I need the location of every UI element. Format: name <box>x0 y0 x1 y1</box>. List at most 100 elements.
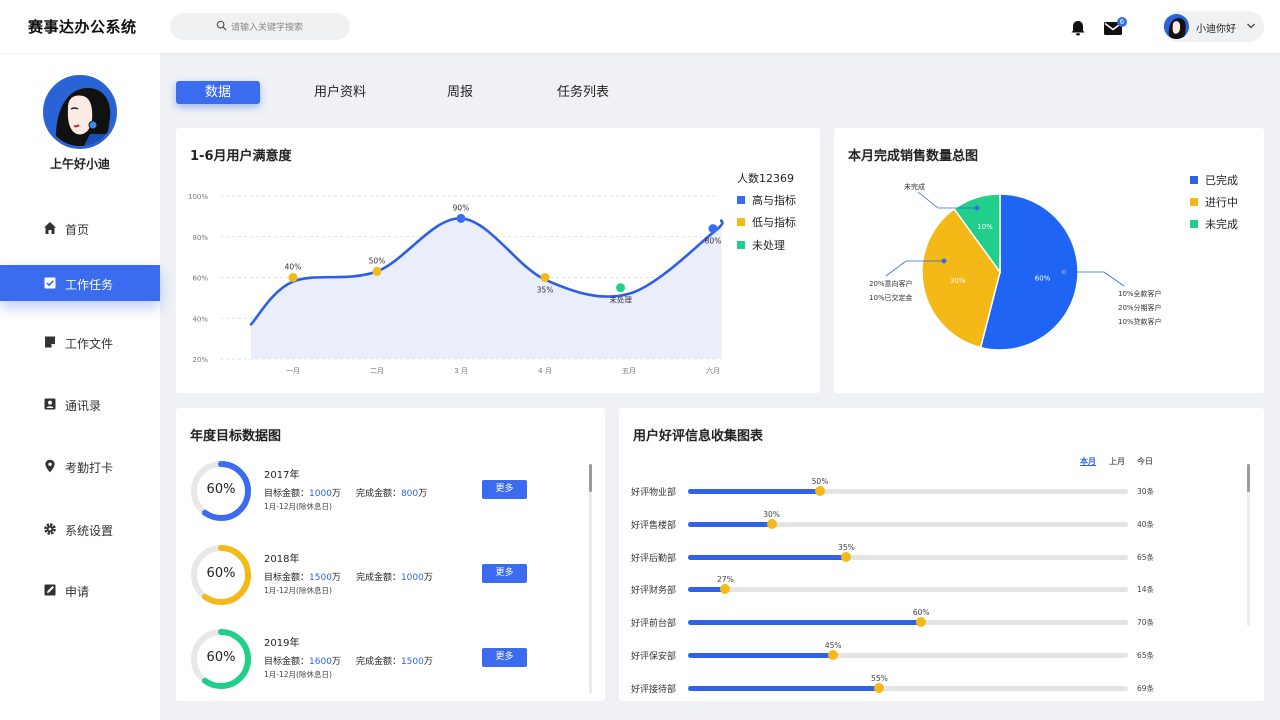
legend-item-undone: 未完成 <box>1190 216 1238 232</box>
annotation-text: 未完成 <box>904 182 925 191</box>
scrollbar-thumb[interactable] <box>1247 464 1250 492</box>
review-row: 好评财务部 27% 14条 <box>631 575 1161 596</box>
annotation-text: 10%贷款客户 <box>1118 317 1162 326</box>
legend-item-low: 低与指标 <box>737 214 796 230</box>
legend-swatch <box>1190 198 1198 206</box>
pie-slice-label: 60% <box>1035 274 1051 282</box>
period-today[interactable]: 今日 <box>1137 456 1153 467</box>
sidebar-item-label: 通讯录 <box>65 399 102 413</box>
done-label: 完成金额： <box>355 657 401 667</box>
sidebar-item-attendance[interactable]: 考勤打卡 <box>0 448 160 484</box>
user-menu[interactable]: 小迪你好 <box>1162 11 1264 42</box>
legend-label: 低与指标 <box>752 216 796 229</box>
satisfaction-card: 1-6月用户满意度 20% 40% 60% 80% 100% 一月 二月 3 月 4 月 五月 六月… <box>176 128 820 393</box>
search-box[interactable]: 请输入关键字搜索 <box>170 13 350 40</box>
review-row-label: 好评接待部 <box>631 684 677 695</box>
unit: 万 <box>423 573 433 583</box>
reviews-card: 用户好评信息收集图表 本月 上月 今日 好评物业部 50% 30条 好评售楼部 30% 4… <box>619 408 1264 701</box>
document-icon <box>45 336 55 348</box>
pie-slice-label: 30% <box>950 277 966 285</box>
review-count: 40条 <box>1137 519 1155 529</box>
sidebar-item-files[interactable]: 工作文件 <box>0 324 160 360</box>
sidebar-item-apply[interactable]: 申请 <box>0 572 160 608</box>
legend-swatch <box>737 196 745 204</box>
review-progress-handle[interactable] <box>828 650 839 660</box>
review-count: 70条 <box>1137 618 1155 628</box>
review-progress-handle[interactable] <box>720 584 731 595</box>
review-progress-track: 60% <box>688 608 1128 628</box>
more-button[interactable]: 更多 <box>482 564 527 583</box>
legend-swatch <box>737 241 745 249</box>
sidebar-item-home[interactable]: 首页 <box>0 210 160 246</box>
sidebar-item-tasks[interactable]: 工作任务 <box>0 265 160 301</box>
tab-weekly-report[interactable]: 周报 <box>430 81 490 104</box>
review-progress-handle[interactable] <box>841 551 852 562</box>
target-label: 目标金额： <box>264 489 310 499</box>
data-label: 40% <box>285 263 302 272</box>
review-count: 65条 <box>1137 552 1155 562</box>
done-label: 完成金额： <box>355 489 401 499</box>
target-label: 目标金额： <box>264 657 310 667</box>
review-progress-handle[interactable] <box>916 617 927 628</box>
review-count: 65条 <box>1137 651 1155 660</box>
data-label: 90% <box>453 203 470 212</box>
x-tick-label: 3 月 <box>454 367 468 375</box>
home-icon <box>44 222 56 234</box>
period-this-month[interactable]: 本月 <box>1080 456 1096 467</box>
legend-swatch <box>1190 176 1198 184</box>
sidebar-item-settings[interactable]: 系统设置 <box>0 511 160 547</box>
review-percent: 55% <box>871 673 888 683</box>
review-count: 14条 <box>1137 585 1155 595</box>
done-value: 800 <box>400 489 419 499</box>
legend-item-high: 高与指标 <box>737 192 796 208</box>
review-progress-track: 30% <box>688 510 1128 529</box>
goal-percent: 60% <box>206 566 236 581</box>
tab-data[interactable]: 数据 <box>176 81 260 104</box>
scrollbar-thumb[interactable] <box>589 464 592 492</box>
review-percent: 27% <box>717 575 734 585</box>
reviews-title: 用户好评信息收集图表 <box>633 429 764 444</box>
sidebar-item-label: 首页 <box>65 223 90 237</box>
data-point <box>540 273 550 282</box>
more-button[interactable]: 更多 <box>482 480 527 499</box>
annual-title: 年度目标数据图 <box>190 429 282 444</box>
review-row-label: 好评物业部 <box>631 488 677 498</box>
tab-user-profile[interactable]: 用户资料 <box>300 81 380 104</box>
sales-title: 本月完成销售数量总图 <box>848 149 979 164</box>
review-progress-handle[interactable] <box>874 682 885 693</box>
unit: 万 <box>331 489 341 499</box>
review-percent: 30% <box>763 509 780 519</box>
review-count: 30条 <box>1137 487 1155 496</box>
review-progress-handle[interactable] <box>815 486 825 496</box>
review-percent: 45% <box>824 641 842 650</box>
target-value: 1500 <box>309 573 332 583</box>
y-tick-label: 80% <box>192 234 208 242</box>
period-last-month[interactable]: 上月 <box>1109 456 1125 467</box>
goal-amounts: 目标金额：1500万 完成金额：1000万 <box>264 570 433 583</box>
search-input[interactable]: 请输入关键字搜索 <box>231 20 303 33</box>
annotation-text: 20%意向客户 <box>869 279 913 288</box>
review-row: 好评保安部 45% 65条 <box>631 641 1161 662</box>
profile-avatar[interactable] <box>43 75 117 149</box>
chevron-down-icon[interactable] <box>1246 22 1256 30</box>
goal-item-2019: 60% 2019年 目标金额：1600万 完成金额：1500万 1月-12月(除休… <box>190 628 590 690</box>
review-progress-fill <box>688 489 820 494</box>
y-tick-label: 60% <box>192 275 208 283</box>
goal-year: 2019年 <box>264 638 300 649</box>
legend-item-done: 已完成 <box>1190 172 1238 188</box>
scrollbar-track[interactable] <box>589 464 592 694</box>
pie-slice-label: 10% <box>977 223 993 231</box>
data-point <box>288 273 298 282</box>
sidebar-item-contacts[interactable]: 通讯录 <box>0 386 160 422</box>
legend-label: 未处理 <box>752 239 785 252</box>
goal-range-note: 1月-12月(除休息日) <box>264 502 332 511</box>
more-button[interactable]: 更多 <box>482 648 527 667</box>
legend-label: 未完成 <box>1205 218 1238 231</box>
bell-icon[interactable] <box>1069 19 1087 37</box>
tab-task-list[interactable]: 任务列表 <box>545 81 621 104</box>
profile-portrait-icon <box>46 78 114 146</box>
review-progress-handle[interactable] <box>766 518 777 529</box>
review-row: 好评前台部 60% 70条 <box>631 608 1161 629</box>
goal-percent: 60% <box>206 650 236 665</box>
annual-goal-card: 年度目标数据图 60% 2017年 目标金额：1000万 完成金额：800万 1月… <box>176 408 605 701</box>
